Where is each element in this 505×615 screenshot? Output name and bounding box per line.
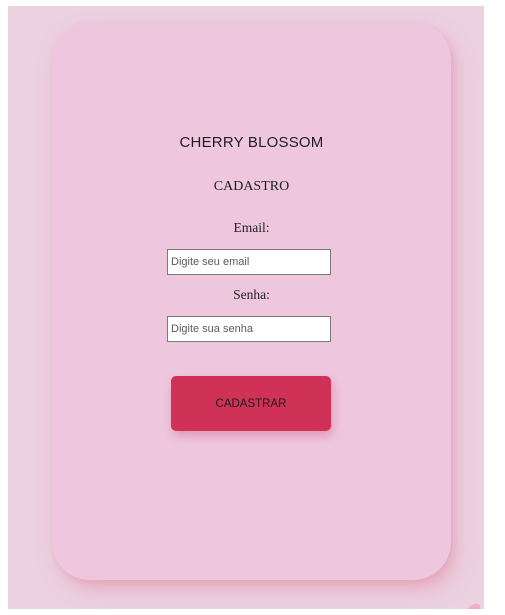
brand-title: CHERRY BLOSSOM: [179, 134, 324, 151]
petal-icon: [460, 600, 484, 609]
form-title: CADASTRO: [213, 179, 290, 194]
page-viewport: CHERRY BLOSSOM CADASTRO Email: Senha: CA…: [8, 6, 484, 609]
register-card: CHERRY BLOSSOM CADASTRO Email: Senha: CA…: [52, 22, 451, 580]
password-field[interactable]: [167, 316, 331, 342]
email-label: Email:: [233, 220, 270, 235]
password-label: Senha:: [233, 287, 270, 302]
register-button[interactable]: CADASTRAR: [171, 376, 331, 431]
email-field[interactable]: [167, 249, 331, 275]
